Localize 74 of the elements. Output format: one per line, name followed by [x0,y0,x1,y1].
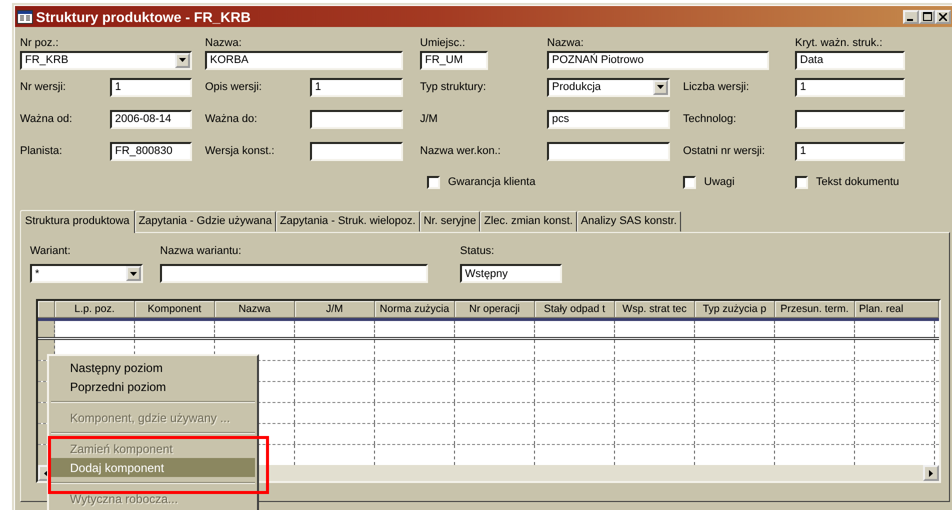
minimize-icon[interactable] [903,10,919,24]
column-header[interactable]: Nr operacji [455,301,535,318]
scroll-right-icon[interactable] [923,465,939,481]
column-header[interactable]: Komponent [135,301,215,318]
input-field[interactable]: 2006-08-14 [110,110,192,128]
column-header[interactable]: Stały odpad t [535,301,615,318]
column-header[interactable]: Typ zużycia p [695,301,775,318]
maximize-icon[interactable] [919,10,935,24]
column-header[interactable]: Plan. real [855,301,939,318]
input-field[interactable]: FR_UM [420,50,488,70]
close-icon[interactable] [935,10,951,24]
dropdown-field[interactable]: Produkcja [547,78,670,96]
column-header[interactable]: Przesun. term. [775,301,855,318]
input-field[interactable] [160,264,428,283]
column-header[interactable]: Norma zużycia [375,301,455,318]
input-field[interactable] [310,142,403,160]
input-field[interactable] [795,110,905,128]
input-field[interactable] [310,110,403,128]
field-label: Planista: [20,145,64,157]
input-field[interactable]: 1 [795,78,905,96]
field-label: Opis wersji: [205,81,263,93]
input-field[interactable] [547,142,670,160]
input-field[interactable]: Data [795,50,905,70]
checkbox-label: Tekst dokumentu [816,176,900,188]
field-label: Umiejsc.: [420,37,466,49]
field-label: Wariant: [30,245,72,257]
checkbox-label: Gwarancja klienta [448,176,536,188]
row-selector[interactable] [38,321,55,337]
field-label: Nazwa: [205,37,243,49]
field-label: Nazwa wer.kon.: [420,145,502,157]
tab[interactable]: Struktura produktowa [20,210,135,233]
field-label: Ważna od: [20,113,74,125]
field-label: Kryt. ważn. struk.: [795,37,884,49]
menu-item[interactable]: Dodaj komponent [51,458,255,477]
input-field[interactable]: Wstępny [460,264,562,283]
window-title: Struktury produktowe - FR_KRB [36,8,252,24]
dropdown-field[interactable]: FR_KRB [20,50,192,70]
field-label: Ważna do: [205,113,258,125]
input-field[interactable]: 1 [310,78,403,96]
field-label: Status: [460,245,496,257]
field-label: Liczba wersji: [683,81,750,93]
input-field[interactable]: POZNAŃ Piotrowo [547,50,769,70]
field-label: Nazwa wariantu: [160,245,242,257]
checkbox-label: Uwagi [704,176,735,188]
field-label: Wersja konst.: [205,145,276,157]
checkbox[interactable] [683,176,696,188]
tab[interactable]: Zapytania - Struk. wielopoz. [276,211,420,232]
input-field[interactable]: KORBA [205,50,403,70]
field-label: Technolog: [683,113,738,125]
column-header[interactable]: Nazwa [215,301,295,318]
input-field[interactable]: 1 [110,78,192,96]
menu-item[interactable]: Następny poziom [51,358,255,377]
menu-item[interactable]: Poprzedni poziom [51,377,255,396]
field-label: Nr poz.: [20,37,60,49]
field-label: J/M [420,113,439,125]
tab[interactable]: Zlec. zmian konst. [480,211,577,232]
field-label: Nazwa: [547,37,585,49]
checkbox[interactable] [427,176,440,188]
field-label: Nr wersji: [20,81,67,93]
tab[interactable]: Nr. seryjne [420,211,480,232]
tab[interactable]: Analizy SAS konstr. [576,211,681,232]
input-field[interactable]: FR_800830 [110,142,192,160]
field-label: Typ struktury: [420,81,488,93]
column-header[interactable]: J/M [295,301,375,318]
checkbox[interactable] [795,176,808,188]
column-header[interactable]: Wsp. strat tec [615,301,695,318]
input-field[interactable]: 1 [795,142,905,160]
window-form-icon [17,10,33,24]
column-header[interactable]: L.p. poz. [55,301,135,318]
table-row[interactable] [38,321,939,340]
tab[interactable]: Zapytania - Gdzie używana [134,211,276,232]
input-field[interactable]: pcs [547,110,670,128]
dropdown-field[interactable]: * [30,264,143,283]
field-label: Ostatni nr wersji: [683,145,766,157]
